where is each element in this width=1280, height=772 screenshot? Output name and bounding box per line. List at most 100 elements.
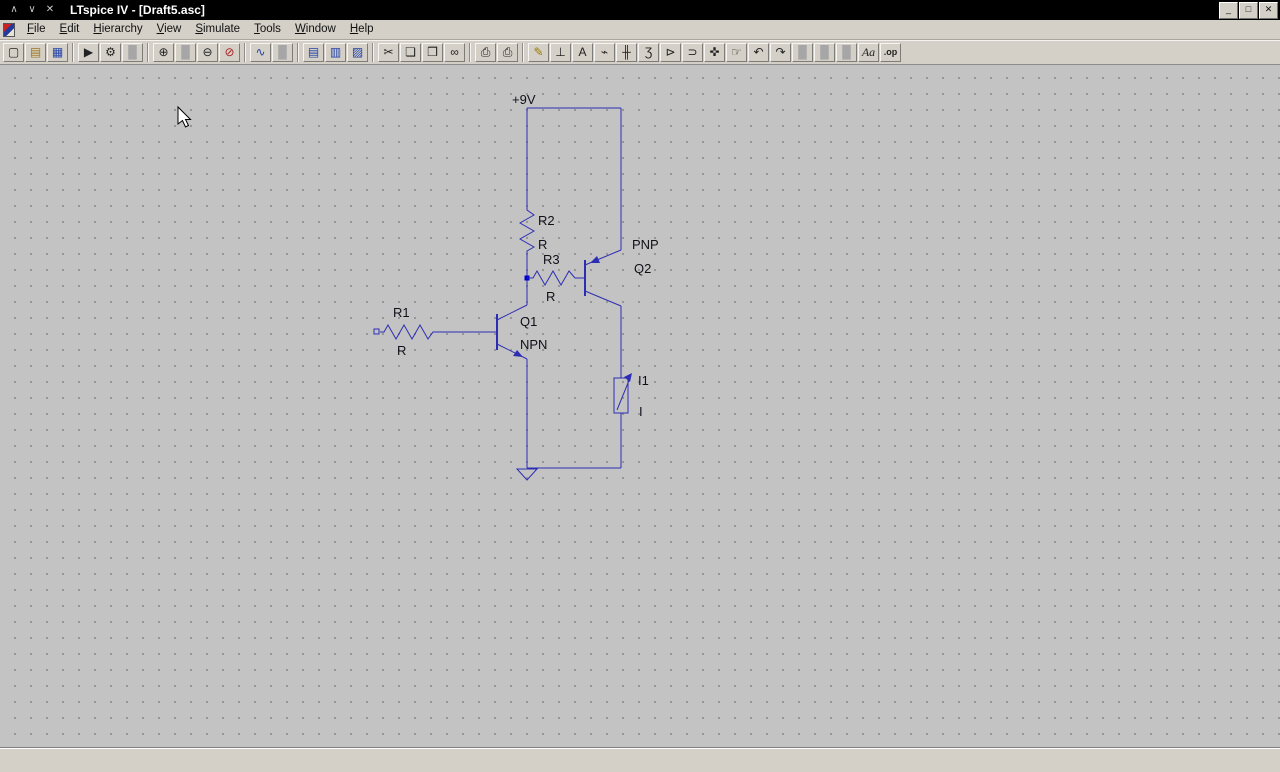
schematic-canvas[interactable]: +9V R2 R R3 R PNP Q2 Q1 NPN R1 R I1 I xyxy=(0,65,1280,747)
drag-button[interactable]: ☞ xyxy=(726,42,747,62)
save-button[interactable]: ▦ xyxy=(47,42,68,62)
q2-type-label[interactable]: PNP xyxy=(632,237,659,252)
resistor-body[interactable] xyxy=(527,269,585,287)
shade-button[interactable]: ∧ xyxy=(6,3,22,17)
i1-value-label[interactable]: I xyxy=(639,404,643,419)
close-button[interactable]: ✕ xyxy=(1259,1,1278,19)
minimize-button[interactable]: _ xyxy=(1219,1,1238,19)
schematic-svg: +9V R2 R R3 R PNP Q2 Q1 NPN R1 R I1 I xyxy=(177,92,659,481)
cascade-windows-button[interactable]: ▨ xyxy=(347,42,368,62)
toolbar: ▢ ▤ ▦ ▶ ⚙ █ ⊕ █ ⊖ ⊘ ∿ █ ▤ ▥ ▨ ✂ ❏ ❒ ∞ ⎙ … xyxy=(0,40,1280,65)
autorange-y-axis-button[interactable]: ∿ xyxy=(250,42,271,62)
status-bar xyxy=(0,747,1280,772)
paste-button[interactable]: ❒ xyxy=(422,42,443,62)
copy-button[interactable]: ❏ xyxy=(400,42,421,62)
toolbar-separator xyxy=(522,42,524,62)
place-ground-button[interactable]: ⊥ xyxy=(550,42,571,62)
open-file-button[interactable]: ▤ xyxy=(25,42,46,62)
zoom-full-extents-button[interactable]: ⊘ xyxy=(219,42,240,62)
r2-name-label[interactable]: R2 xyxy=(538,213,555,228)
new-schematic-button[interactable]: ▢ xyxy=(3,42,24,62)
toolbar-separator xyxy=(147,42,149,62)
resistor-r2[interactable] xyxy=(518,206,536,254)
menu-window[interactable]: Window xyxy=(288,21,343,38)
unshade-button[interactable]: ∨ xyxy=(24,3,40,17)
text-tool-button[interactable]: Aa xyxy=(858,42,879,62)
window-title: LTspice IV - [Draft5.asc] xyxy=(70,3,205,17)
resistor-r1[interactable] xyxy=(373,323,437,341)
inactive-tool-button-1: █ xyxy=(272,42,293,62)
supply-label[interactable]: +9V xyxy=(512,92,536,107)
inactive-tool-button-2: █ xyxy=(836,42,857,62)
tile-vertical-button[interactable]: ▥ xyxy=(325,42,346,62)
find-button[interactable]: ∞ xyxy=(444,42,465,62)
move-button[interactable]: ✜ xyxy=(704,42,725,62)
r1-name-label[interactable]: R1 xyxy=(393,305,410,320)
q1-type-label[interactable]: NPN xyxy=(520,337,547,352)
wire-net[interactable] xyxy=(437,107,622,469)
ltspice-window: ∧ ∨ ✕ LTspice IV - [Draft5.asc] _ □ ✕ Fi… xyxy=(0,0,1280,772)
print-button[interactable]: ⎙ xyxy=(497,42,518,62)
maximize-button[interactable]: □ xyxy=(1239,1,1258,19)
r2-value-label[interactable]: R xyxy=(538,237,547,252)
app-icon xyxy=(3,22,15,37)
place-resistor-button[interactable]: ⌁ xyxy=(594,42,615,62)
r1-value-label[interactable]: R xyxy=(397,343,406,358)
zoom-area-button[interactable]: ⊕ xyxy=(153,42,174,62)
rotate-button: █ xyxy=(792,42,813,62)
menu-file[interactable]: File xyxy=(20,21,53,38)
zoom-back-button: █ xyxy=(175,42,196,62)
r3-value-label[interactable]: R xyxy=(546,289,555,304)
wire[interactable] xyxy=(437,107,622,469)
menu-help[interactable]: Help xyxy=(343,21,381,38)
draw-wire-button[interactable]: ✎ xyxy=(528,42,549,62)
zoom-out-button[interactable]: ⊖ xyxy=(197,42,218,62)
resistor-r3[interactable] xyxy=(527,269,585,287)
title-bar-right-controls: _ □ ✕ xyxy=(1219,1,1280,19)
q1-name-label[interactable]: Q1 xyxy=(520,314,537,329)
q2-name-label[interactable]: Q2 xyxy=(634,261,651,276)
ground-symbol[interactable] xyxy=(515,468,539,481)
ground-triangle xyxy=(515,468,539,481)
title-bar: ∧ ∨ ✕ LTspice IV - [Draft5.asc] _ □ ✕ xyxy=(0,0,1280,20)
toolbar-separator xyxy=(372,42,374,62)
menu-bar: File Edit Hierarchy View Simulate Tools … xyxy=(0,20,1280,40)
resistor-body[interactable] xyxy=(518,206,536,254)
open-terminal[interactable] xyxy=(373,328,380,335)
place-component-button[interactable]: ⊃ xyxy=(682,42,703,62)
run-button[interactable]: ▶ xyxy=(78,42,99,62)
toolbar-separator xyxy=(469,42,471,62)
mirror-button: █ xyxy=(814,42,835,62)
toolbar-separator xyxy=(72,42,74,62)
collector-emitter xyxy=(584,249,622,307)
r3-name-label[interactable]: R3 xyxy=(543,252,560,267)
title-bar-left-controls: ∧ ∨ ✕ xyxy=(6,3,58,17)
menu-simulate[interactable]: Simulate xyxy=(188,21,247,38)
mouse-cursor xyxy=(177,105,192,128)
place-capacitor-button[interactable]: ╫ xyxy=(616,42,637,62)
menu-edit[interactable]: Edit xyxy=(53,21,87,38)
place-net-label-button[interactable]: A xyxy=(572,42,593,62)
close-window-button[interactable]: ✕ xyxy=(42,3,58,17)
tile-horizontal-button[interactable]: ▤ xyxy=(303,42,324,62)
toolbar-separator xyxy=(244,42,246,62)
toolbar-separator xyxy=(297,42,299,62)
cut-button[interactable]: ✂ xyxy=(378,42,399,62)
control-panel-button[interactable]: ⚙ xyxy=(100,42,121,62)
place-inductor-button[interactable]: Ʒ xyxy=(638,42,659,62)
menu-tools[interactable]: Tools xyxy=(247,21,288,38)
source-body[interactable] xyxy=(613,377,629,414)
menu-hierarchy[interactable]: Hierarchy xyxy=(86,21,149,38)
menu-view[interactable]: View xyxy=(150,21,189,38)
emitter-arrow xyxy=(590,256,600,263)
undo-button[interactable]: ↶ xyxy=(748,42,769,62)
resistor-body[interactable] xyxy=(380,323,437,341)
halt-button: █ xyxy=(122,42,143,62)
place-diode-button[interactable]: ⊳ xyxy=(660,42,681,62)
i1-name-label[interactable]: I1 xyxy=(638,373,649,388)
redo-button[interactable]: ↷ xyxy=(770,42,791,62)
print-preview-button[interactable]: ⎙ xyxy=(475,42,496,62)
transistor-q2[interactable] xyxy=(584,249,622,307)
spice-directive-button[interactable]: .op xyxy=(880,42,901,62)
current-source-i1[interactable] xyxy=(613,373,632,414)
